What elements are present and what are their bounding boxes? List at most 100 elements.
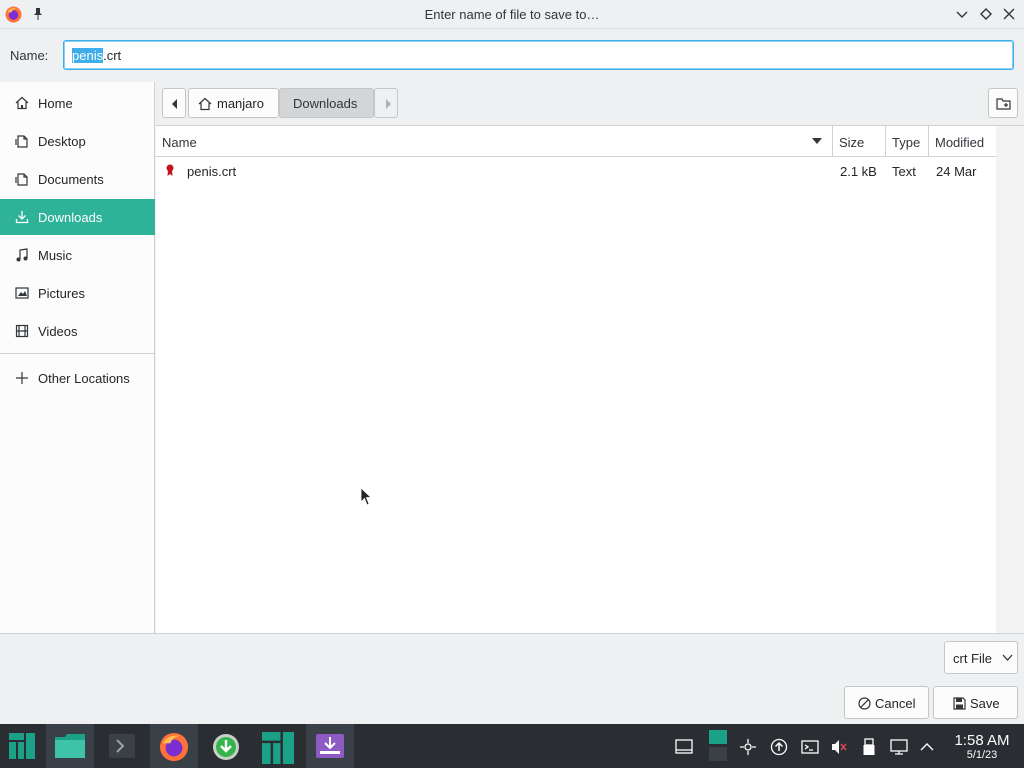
name-row: Name: penis.crt (0, 29, 1024, 82)
sidebar-item-label: Documents (38, 172, 104, 187)
cancel-button[interactable]: Cancel (844, 686, 929, 719)
path-back-button[interactable] (162, 88, 186, 118)
sidebar-item-label: Pictures (38, 286, 85, 301)
usb-device-icon[interactable] (860, 738, 878, 756)
manjaro-logo-icon (9, 733, 35, 759)
sidebar-item-home[interactable]: Home (0, 85, 155, 121)
firefox-icon (159, 732, 189, 762)
desktop-icon (15, 135, 28, 148)
path-home-button[interactable]: manjaro (188, 88, 279, 118)
sidebar-item-music[interactable]: Music (0, 237, 155, 273)
folder-icon (55, 734, 85, 758)
volume-muted-icon[interactable] (830, 738, 848, 756)
save-button[interactable]: Save (933, 686, 1018, 719)
sidebar-item-pictures[interactable]: Pictures (0, 275, 155, 311)
downloads-icon (15, 211, 29, 224)
column-header-size[interactable]: Size (833, 126, 886, 157)
sidebar-item-documents[interactable]: Documents (0, 161, 155, 197)
chevron-down-icon (1002, 654, 1013, 661)
terminal-icon (109, 734, 135, 758)
show-desktop-icon[interactable] (675, 738, 693, 756)
cancel-label: Cancel (875, 696, 916, 711)
documents-icon (15, 173, 28, 186)
sidebar-item-label: Desktop (38, 134, 86, 149)
sidebar-item-label: Music (38, 248, 72, 263)
filter-label: crt File (953, 651, 992, 666)
download-window-icon (316, 734, 344, 758)
kde-connect-icon[interactable] (739, 738, 757, 756)
task-file-manager[interactable] (46, 724, 94, 768)
column-label: Size (839, 135, 865, 150)
plus-icon (16, 372, 28, 384)
filename-input[interactable]: penis.crt (63, 40, 1014, 70)
chevron-up-icon[interactable] (918, 738, 936, 756)
path-current-button[interactable]: Downloads (279, 88, 374, 118)
task-firefox[interactable] (150, 724, 198, 768)
dialog-footer: crt File Cancel Save (0, 633, 1024, 724)
file-type: Text (892, 164, 916, 179)
music-icon (16, 248, 28, 262)
sidebar-item-downloads[interactable]: Downloads (0, 199, 155, 235)
close-icon[interactable] (1001, 6, 1017, 22)
column-label: Modified (935, 135, 985, 150)
file-size: 2.1 kB (840, 164, 877, 179)
table-row[interactable]: penis.crt 2.1 kB Text 24 Mar (156, 157, 996, 185)
clock-date[interactable]: 5/1/23 (948, 749, 1016, 761)
path-current-label: Downloads (293, 96, 358, 111)
sort-down-icon (812, 138, 822, 144)
column-label: Name (162, 135, 197, 150)
pictures-icon (15, 287, 29, 299)
clock-time[interactable]: 1:58 AM (948, 732, 1016, 749)
column-header-name[interactable]: Name (156, 126, 833, 157)
task-manjaro-settings[interactable] (254, 724, 302, 768)
chevron-right-icon (386, 99, 391, 109)
column-header-type[interactable]: Type (886, 126, 929, 157)
mouse-cursor-icon (360, 487, 372, 506)
title-bar: Enter name of file to save to… (0, 0, 1024, 29)
column-header-modified[interactable]: Modified (929, 126, 996, 157)
task-save-dialog[interactable] (306, 724, 354, 768)
home-icon (15, 96, 29, 110)
minimize-icon[interactable] (954, 6, 970, 22)
chevron-left-icon (172, 99, 177, 109)
file-list-scrollbar[interactable] (996, 126, 1024, 633)
updates-icon[interactable] (770, 738, 788, 756)
column-label: Type (892, 135, 921, 150)
task-software-updater[interactable] (202, 724, 250, 768)
virtual-desktop-pager-icon[interactable] (708, 728, 728, 764)
manjaro-settings-icon (262, 732, 294, 764)
certificate-file-icon (166, 164, 174, 176)
path-bar: manjaro Downloads (156, 82, 1024, 126)
home-icon (198, 97, 212, 111)
maximize-icon[interactable] (978, 6, 994, 22)
sidebar-item-label: Other Locations (38, 371, 130, 386)
application-menu-button[interactable] (0, 724, 48, 768)
file-list-header: Name Size Type Modified (156, 126, 996, 157)
new-folder-icon (996, 98, 1011, 110)
filename-extension: .crt (103, 48, 122, 63)
path-home-label: manjaro (217, 96, 264, 111)
sidebar-item-label: Videos (38, 324, 78, 339)
save-icon (953, 697, 966, 710)
network-wired-icon[interactable] (890, 738, 908, 756)
download-update-icon (213, 734, 239, 760)
task-terminal[interactable] (98, 724, 146, 768)
taskbar: 1:58 AM 5/1/23 (0, 724, 1024, 768)
file-list: Name Size Type Modified penis.crt 2.1 kB… (156, 126, 996, 633)
window-title: Enter name of file to save to… (424, 7, 600, 22)
sidebar-item-videos[interactable]: Videos (0, 313, 155, 349)
places-sidebar: Home Desktop Documents Downloads Music P… (0, 82, 155, 633)
file-type-filter[interactable]: crt File (944, 641, 1018, 674)
sidebar-item-other-locations[interactable]: Other Locations (0, 360, 155, 396)
sidebar-item-desktop[interactable]: Desktop (0, 123, 155, 159)
save-label: Save (970, 696, 1000, 711)
sidebar-separator (0, 353, 155, 354)
path-forward-button[interactable] (374, 88, 398, 118)
new-folder-button[interactable] (988, 88, 1018, 118)
sidebar-item-label: Downloads (38, 210, 103, 225)
filename-selection: penis (72, 48, 104, 63)
name-label: Name: (10, 48, 49, 63)
terminal-tray-icon[interactable] (801, 738, 819, 756)
file-name: penis.crt (187, 164, 237, 179)
sidebar-item-label: Home (38, 96, 73, 111)
